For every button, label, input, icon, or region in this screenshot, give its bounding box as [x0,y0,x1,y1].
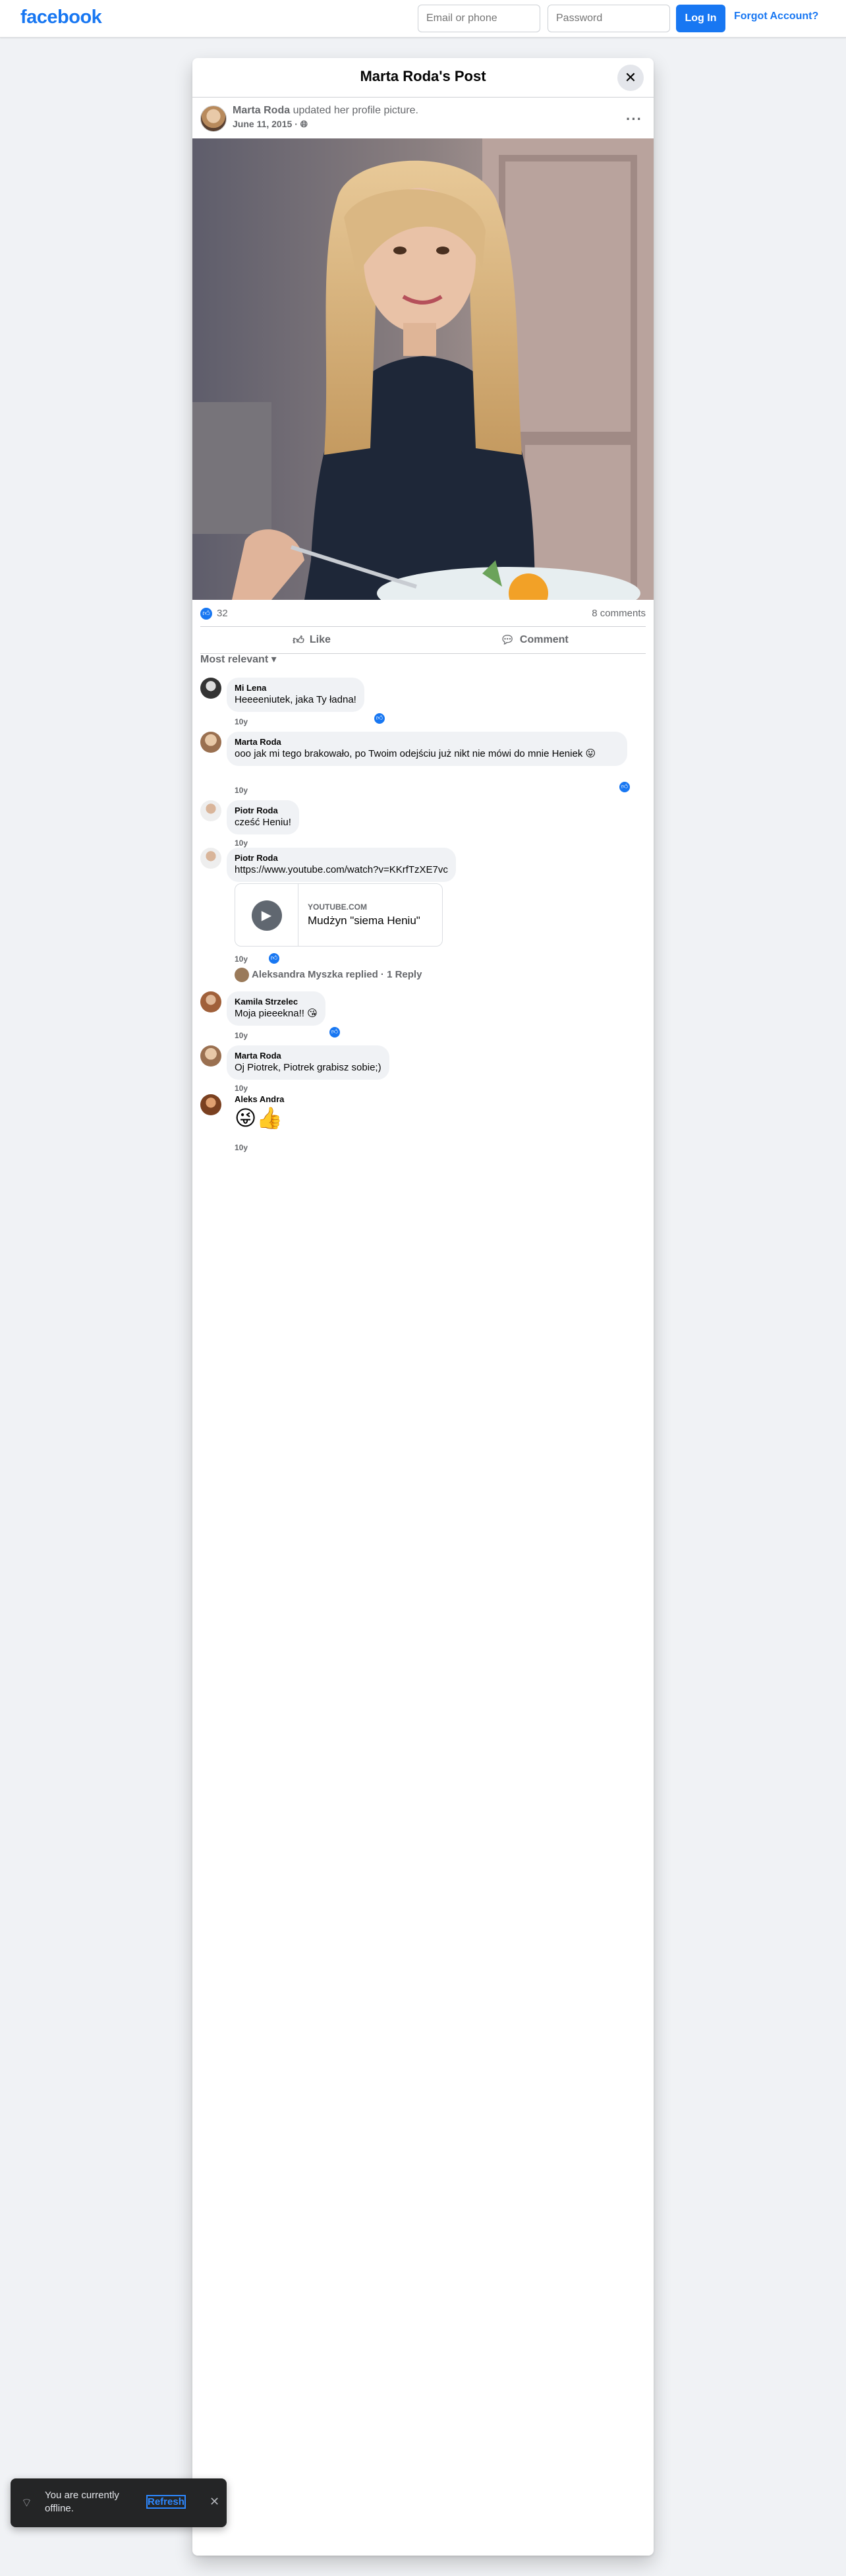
like-reaction-icon[interactable]: 👍︎ [618,780,631,794]
view-replies-link[interactable]: Aleksandra Myszka replied · 1 Reply [235,968,422,982]
comment-item: Aleks Andra 😜👍 10y [200,1094,646,1154]
link-preview-card[interactable]: ▶ YOUTUBE.COM Mudżyn "siema Heniu" [235,883,443,947]
dialog-header: Marta Roda's Post ✕ [192,58,654,98]
profile-photo[interactable] [192,138,654,600]
comment-text: Moja pieeekna!! 😘 [235,1008,318,1019]
comment-time[interactable]: 10y [235,1143,248,1152]
comment-author[interactable]: Marta Roda [235,1051,381,1061]
avatar[interactable] [200,732,221,753]
comment-item: Piotr Roda https://www.youtube.com/watch… [200,848,646,968]
comment-author[interactable]: Piotr Roda [235,805,291,816]
comment-link[interactable]: https://www.youtube.com/watch?v=KKrfTzXE… [235,864,448,877]
comment-item: Marta Roda Oj Piotrek, Piotrek grabisz s… [200,1045,646,1093]
like-button[interactable]: 👍︎ Like [200,627,423,653]
comment-bubble: Piotr Roda cześć Heniu! [227,800,299,834]
comment-text: ooo jak mi tego brakowało, po Twoim odej… [235,748,596,759]
comment-bubble: Marta Roda Oj Piotrek, Piotrek grabisz s… [227,1045,389,1080]
post-author[interactable]: Marta Roda [233,105,290,116]
avatar[interactable] [200,105,227,132]
login-button[interactable]: Log In [676,5,725,32]
avatar[interactable] [200,800,221,821]
post-date[interactable]: June 11, 2015 [233,119,292,129]
dialog-title: Marta Roda's Post [360,68,486,84]
avatar[interactable] [200,1045,221,1067]
avatar[interactable] [200,848,221,869]
comment-text: Oj Piotrek, Piotrek grabisz sobie;) [235,1062,381,1073]
comment-bubble: Kamila Strzelec Moja pieeekna!! 😘 [227,991,325,1026]
avatar [235,968,249,982]
comment-time[interactable]: 10y [235,1031,248,1040]
more-options-icon[interactable]: ··· [626,111,642,128]
link-thumbnail: ▶ [235,884,298,946]
close-icon[interactable]: ✕ [210,2495,219,2509]
sort-label: Most relevant [200,654,269,665]
offline-toast: ⌔ You are currently offline. Refresh ✕ [11,2478,227,2527]
comment-author[interactable]: Piotr Roda [235,853,448,864]
comment-item: Mi Lena Heeeeniutek, jaka Ty ładna! 👍︎ 1… [200,678,646,730]
comment-text: cześć Heniu! [235,817,291,828]
comment-item: Marta Roda ooo jak mi tego brakowało, po… [200,732,646,798]
comment-author[interactable]: Mi Lena [235,683,356,693]
toast-message: You are currently offline. [45,2490,119,2514]
comment-label: Comment [519,634,569,645]
comment-bubble: Mi Lena Heeeeniutek, jaka Ty ładna! [227,678,364,712]
comment-button[interactable]: 💬︎ Comment [423,627,646,653]
comment-time[interactable]: 10y [235,838,248,848]
privacy-separator: · [295,119,298,129]
photo-illustration [192,138,654,600]
avatar[interactable] [200,678,221,699]
comment-item: Piotr Roda cześć Heniu! 10y [200,800,646,848]
globe-icon: 🌐︎ [300,119,308,129]
like-label: Like [309,634,331,645]
avatar[interactable] [200,991,221,1012]
thumbs-up-icon: 👍︎ [293,633,304,647]
comment-icon: 💬︎ [500,633,515,646]
post-action: updated her profile picture. [293,105,418,116]
avatar[interactable] [200,1094,221,1115]
post-header: Marta Roda updated her profile picture. … [192,98,654,138]
top-bar: facebook Log In Forgot Account? [0,0,846,38]
facebook-logo[interactable]: facebook [20,7,102,28]
post-dialog: Marta Roda's Post ✕ Marta Roda updated h… [192,58,654,2556]
play-icon: ▶ [251,900,282,931]
comment-item: Kamila Strzelec Moja pieeekna!! 😘 👍︎ 10y [200,991,646,1044]
caret-down-icon: ▾ [271,654,277,665]
comment-text: 😜👍 [235,1106,283,1130]
wifi-off-icon: ⌔ [21,2496,32,2509]
comment-time[interactable]: 10y [235,1084,248,1093]
like-reaction-icon[interactable]: 👍︎ [373,712,386,725]
post-actions: 👍︎ Like 💬︎ Comment [200,626,646,654]
comment-author[interactable]: Aleks Andra [235,1094,284,1105]
replies-label: Aleksandra Myszka replied · 1 Reply [252,968,422,980]
close-icon[interactable]: ✕ [617,65,644,91]
sort-dropdown[interactable]: Most relevant ▾ [200,653,277,666]
like-reaction-icon[interactable]: 👍︎ [268,952,281,965]
email-input[interactable] [418,5,540,32]
comment-author[interactable]: Marta Roda [235,737,619,747]
forgot-account-link[interactable]: Forgot Account? [734,11,818,22]
post-stats: 👍︎ 32 8 comments [200,600,646,628]
comment-time[interactable]: 10y [235,954,248,964]
comment-bubble: Marta Roda ooo jak mi tego brakowało, po… [227,732,627,766]
comment-time[interactable]: 10y [235,717,248,726]
like-count[interactable]: 32 [217,608,228,619]
like-reaction-icon[interactable]: 👍︎ [200,608,212,620]
comment-count[interactable]: 8 comments [592,608,646,619]
password-input[interactable] [548,5,670,32]
comment-text: Heeeeniutek, jaka Ty ładna! [235,694,356,705]
comment-bubble: Piotr Roda https://www.youtube.com/watch… [227,848,456,882]
comment-body: Aleks Andra 😜👍 [235,1094,284,1131]
link-title: Mudżyn "siema Heniu" [308,914,420,927]
refresh-button[interactable]: Refresh [146,2495,186,2509]
link-domain: YOUTUBE.COM [308,902,367,912]
like-reaction-icon[interactable]: 👍︎ [328,1026,341,1039]
comment-time[interactable]: 10y [235,786,248,795]
comment-author[interactable]: Kamila Strzelec [235,997,318,1007]
